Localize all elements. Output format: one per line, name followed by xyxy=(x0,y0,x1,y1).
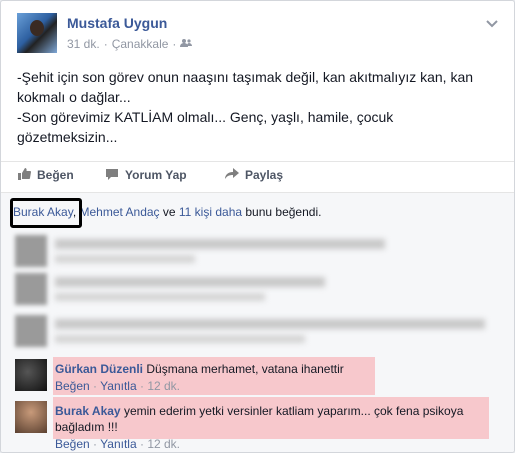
comment-actions: Beğen · Yanıtla · 12 dk. xyxy=(55,379,181,393)
like-button[interactable]: Beğen xyxy=(17,168,74,182)
friends-icon[interactable] xyxy=(180,37,193,51)
post-time[interactable]: 31 dk. xyxy=(67,37,100,51)
liker-link-2[interactable]: Mehmet Andaç xyxy=(80,205,160,219)
blurred-comment xyxy=(15,315,495,349)
others-link[interactable]: 11 kişi daha xyxy=(179,205,242,219)
comment-reply-link[interactable]: Yanıtla xyxy=(100,379,136,393)
comment-like-link[interactable]: Beğen xyxy=(55,379,90,393)
comment-time[interactable]: 12 dk. xyxy=(147,437,180,451)
post-card: Mustafa Uygun 31 dk. · Çanakkale · -Şehit i… xyxy=(0,0,515,453)
post-actions: Beğen Yorum Yap Paylaş xyxy=(1,161,514,190)
chevron-down-icon[interactable] xyxy=(486,17,498,31)
thumbs-up-icon xyxy=(17,168,31,180)
comment-text: Düşmana merhamet, vatana ihanettir xyxy=(146,362,344,376)
comment-text: bağladım !!! xyxy=(55,420,118,434)
share-icon xyxy=(225,168,239,180)
commenter-name[interactable]: Burak Akay xyxy=(55,404,121,418)
highlight-box xyxy=(10,198,82,228)
author-avatar[interactable] xyxy=(17,13,57,53)
comment-actions: Beğen · Yanıtla · 12 dk. xyxy=(55,437,181,451)
author-name[interactable]: Mustafa Uygun xyxy=(67,15,167,31)
commenter-avatar[interactable] xyxy=(15,401,47,433)
comment-like-link[interactable]: Beğen xyxy=(55,437,90,451)
comment-time[interactable]: 12 dk. xyxy=(147,379,180,393)
comment-reply-link[interactable]: Yanıtla xyxy=(100,437,136,451)
post-meta: 31 dk. · Çanakkale · xyxy=(67,37,193,51)
comment-button[interactable]: Yorum Yap xyxy=(105,168,187,182)
comment-icon xyxy=(105,168,119,180)
commenter-avatar[interactable] xyxy=(15,359,47,391)
post-text: -Şehit için son görev onun naaşını taşım… xyxy=(17,69,474,145)
blurred-comment xyxy=(15,273,495,307)
comment-text: yemin ederim yetki versinler katliam yap… xyxy=(123,404,464,418)
post-location[interactable]: Çanakkale xyxy=(112,37,169,51)
commenter-name[interactable]: Gürkan Düzenli xyxy=(55,362,143,376)
post-header: Mustafa Uygun 31 dk. · Çanakkale · xyxy=(17,13,498,57)
blurred-comment xyxy=(15,235,495,269)
share-button[interactable]: Paylaş xyxy=(225,168,283,182)
